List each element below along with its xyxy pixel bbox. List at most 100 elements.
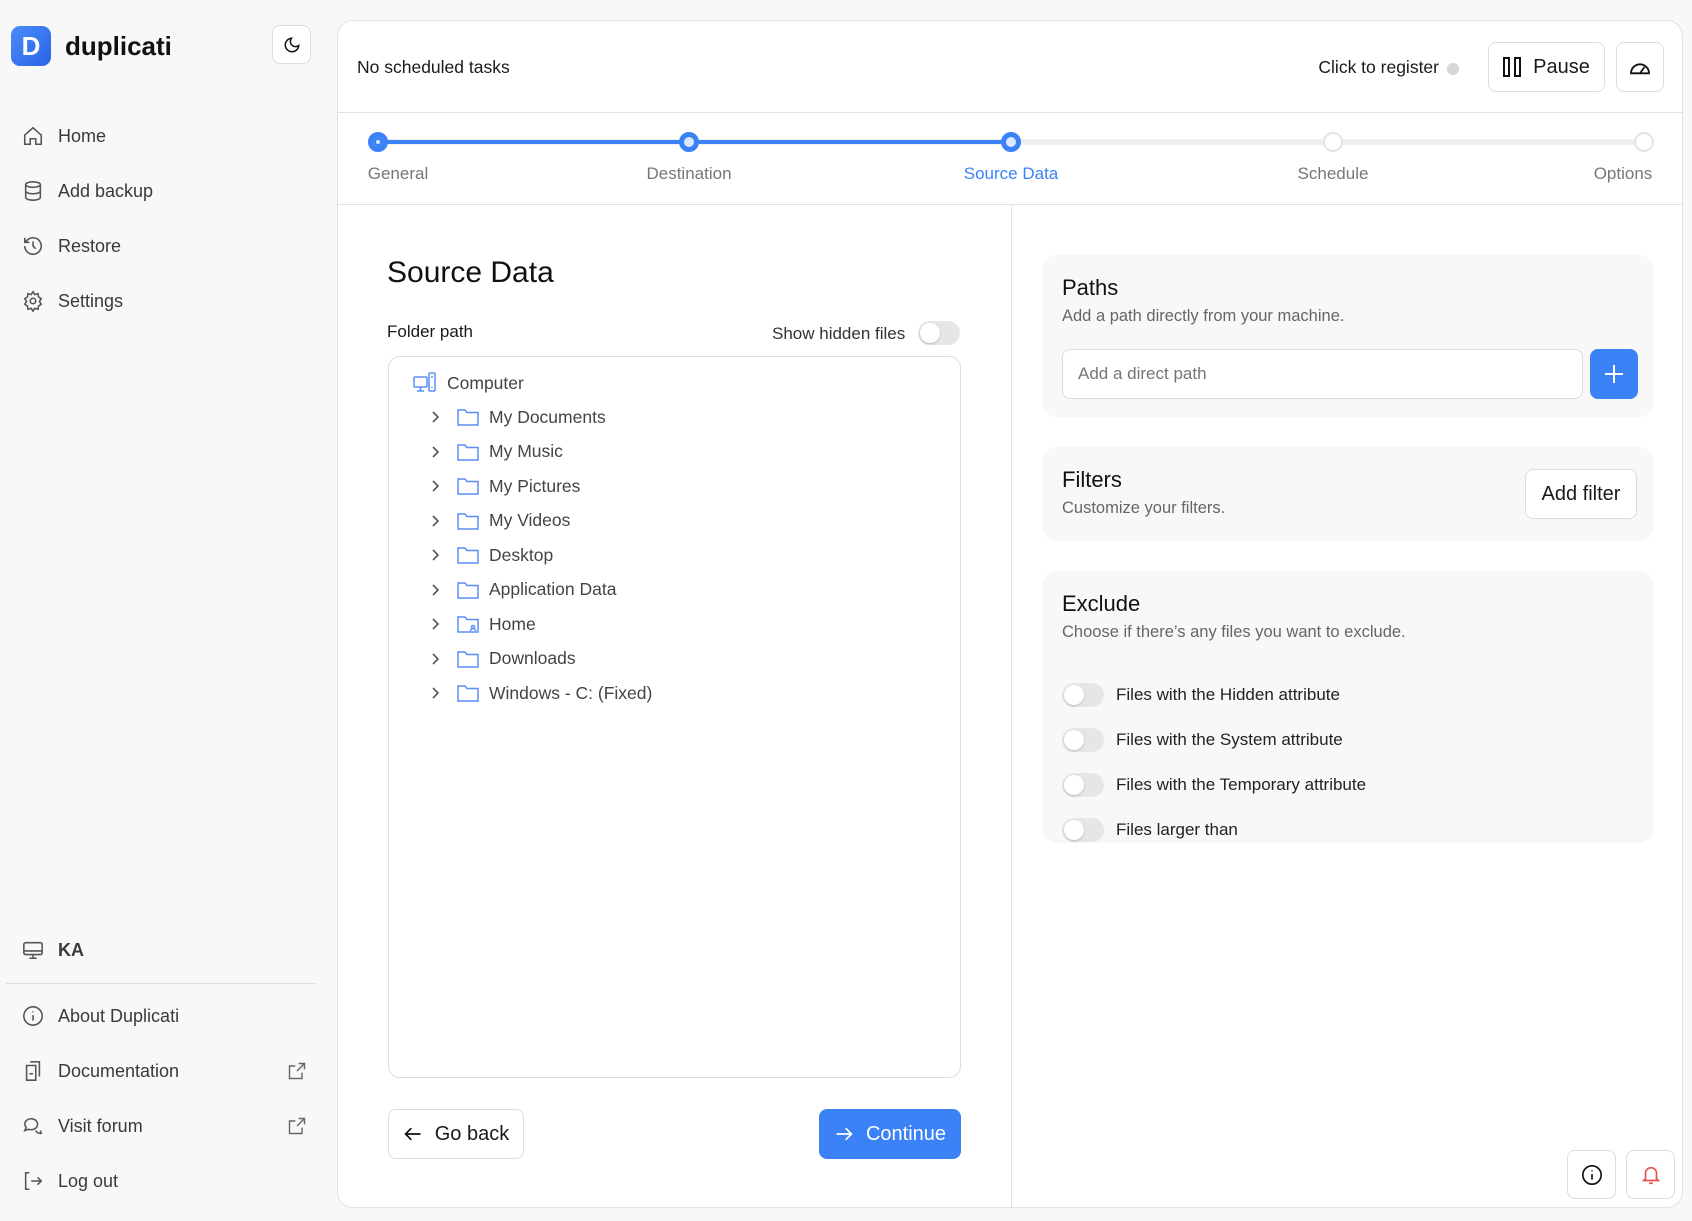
paths-subtitle: Add a path directly from your machine. bbox=[1062, 307, 1344, 326]
schedule-status: No scheduled tasks bbox=[357, 57, 510, 78]
sidebar-item-documentation[interactable]: Documentation bbox=[22, 1056, 307, 1086]
tree-folder[interactable]: Windows - C: (Fixed) bbox=[429, 679, 652, 707]
computer-icon bbox=[413, 372, 437, 394]
paths-title: Paths bbox=[1062, 275, 1118, 301]
page-title: Source Data bbox=[387, 256, 554, 290]
stepper-divider bbox=[338, 204, 1682, 205]
chevron-right-icon[interactable] bbox=[429, 479, 443, 493]
chevron-right-icon[interactable] bbox=[429, 410, 443, 424]
tree-folder[interactable]: Downloads bbox=[429, 645, 576, 673]
filters-subtitle: Customize your filters. bbox=[1062, 499, 1225, 518]
tree-folder[interactable]: Application Data bbox=[429, 576, 616, 604]
tree-folder[interactable]: My Pictures bbox=[429, 472, 580, 500]
exclude-toggle[interactable] bbox=[1062, 728, 1104, 752]
pause-icon bbox=[1503, 57, 1521, 77]
arrow-left-icon bbox=[403, 1124, 423, 1144]
step-dot-schedule[interactable] bbox=[1323, 132, 1343, 152]
step-dot-source-data[interactable] bbox=[1001, 132, 1021, 152]
gauge-icon bbox=[1629, 58, 1651, 76]
tree-folder[interactable]: Home bbox=[429, 610, 536, 638]
database-icon bbox=[22, 180, 44, 202]
column-divider bbox=[1011, 204, 1012, 1208]
sidebar-item-restore[interactable]: Restore bbox=[22, 231, 307, 261]
chevron-right-icon[interactable] bbox=[429, 617, 443, 631]
chevron-right-icon[interactable] bbox=[429, 652, 443, 666]
sidebar-item-settings[interactable]: Settings bbox=[22, 286, 307, 316]
logout-icon bbox=[22, 1170, 44, 1192]
step-general[interactable]: General bbox=[368, 164, 428, 184]
step-destination[interactable]: Destination bbox=[646, 164, 731, 184]
logo: D duplicati bbox=[11, 26, 172, 66]
register-status-dot bbox=[1447, 63, 1459, 75]
gear-icon bbox=[22, 290, 44, 312]
tree-root-computer[interactable]: Computer bbox=[413, 369, 524, 397]
show-hidden-label: Show hidden files bbox=[772, 324, 905, 344]
direct-path-input[interactable] bbox=[1062, 349, 1583, 399]
folder-icon bbox=[457, 684, 479, 702]
sidebar-item-forum[interactable]: Visit forum bbox=[22, 1111, 307, 1141]
filters-title: Filters bbox=[1062, 467, 1122, 493]
chevron-right-icon[interactable] bbox=[429, 583, 443, 597]
folder-icon bbox=[457, 546, 479, 564]
go-back-button[interactable]: Go back bbox=[388, 1109, 524, 1159]
exclude-toggle[interactable] bbox=[1062, 773, 1104, 797]
throttle-button[interactable] bbox=[1616, 42, 1664, 92]
tree-folder[interactable]: My Documents bbox=[429, 403, 606, 431]
chevron-right-icon[interactable] bbox=[429, 686, 443, 700]
step-options[interactable]: Options bbox=[1594, 164, 1653, 184]
folder-icon bbox=[457, 443, 479, 461]
sidebar-item-home[interactable]: Home bbox=[22, 121, 307, 151]
folder-icon bbox=[457, 650, 479, 668]
exclude-toggle[interactable] bbox=[1062, 818, 1104, 842]
chevron-right-icon[interactable] bbox=[429, 514, 443, 528]
register-link[interactable]: Click to register bbox=[1318, 57, 1439, 78]
folder-tree[interactable]: Computer My Documents My Music My Pictur… bbox=[388, 356, 961, 1078]
tree-folder[interactable]: My Music bbox=[429, 438, 563, 466]
folder-icon bbox=[457, 581, 479, 599]
exclude-option: Files larger than bbox=[1062, 818, 1238, 842]
add-path-button[interactable] bbox=[1590, 349, 1638, 399]
arrow-right-icon bbox=[834, 1124, 854, 1144]
tree-folder[interactable]: Desktop bbox=[429, 541, 553, 569]
home-icon bbox=[22, 125, 44, 147]
add-filter-button[interactable]: Add filter bbox=[1525, 469, 1637, 519]
show-hidden-toggle[interactable] bbox=[918, 321, 960, 345]
dark-mode-button[interactable] bbox=[272, 25, 311, 64]
info-icon bbox=[1581, 1164, 1603, 1186]
chevron-right-icon[interactable] bbox=[429, 548, 443, 562]
chat-icon bbox=[22, 1115, 44, 1137]
exclude-option: Files with the System attribute bbox=[1062, 728, 1343, 752]
step-dot-destination[interactable] bbox=[679, 132, 699, 152]
continue-button[interactable]: Continue bbox=[819, 1109, 961, 1159]
exclude-option: Files with the Hidden attribute bbox=[1062, 683, 1340, 707]
pause-button[interactable]: Pause bbox=[1488, 42, 1605, 92]
duplicati-logo-icon: D bbox=[11, 26, 51, 66]
info-button[interactable] bbox=[1567, 1150, 1616, 1199]
monitor-icon bbox=[22, 939, 44, 961]
paths-panel: Paths Add a path directly from your mach… bbox=[1042, 255, 1654, 417]
exclude-panel: Exclude Choose if there’s any files you … bbox=[1042, 571, 1654, 843]
app-name: duplicati bbox=[65, 31, 172, 62]
folder-icon bbox=[457, 477, 479, 495]
step-dot-general[interactable] bbox=[368, 132, 388, 152]
folder-icon bbox=[457, 408, 479, 426]
external-link-icon bbox=[287, 1061, 307, 1081]
step-schedule[interactable]: Schedule bbox=[1298, 164, 1369, 184]
folder-path-label: Folder path bbox=[387, 322, 473, 342]
sidebar-item-logout[interactable]: Log out bbox=[22, 1166, 307, 1196]
sidebar-item-add-backup[interactable]: Add backup bbox=[22, 176, 307, 206]
moon-icon bbox=[283, 36, 301, 54]
exclude-toggle[interactable] bbox=[1062, 683, 1104, 707]
folder-icon bbox=[457, 512, 479, 530]
sidebar-item-about[interactable]: About Duplicati bbox=[22, 1001, 307, 1031]
home-folder-icon bbox=[457, 615, 479, 633]
tree-folder[interactable]: My Videos bbox=[429, 507, 570, 535]
sidebar-divider bbox=[6, 983, 316, 984]
external-link-icon bbox=[287, 1116, 307, 1136]
chevron-right-icon[interactable] bbox=[429, 445, 443, 459]
stepper: General Destination Source Data Schedule… bbox=[338, 142, 1682, 202]
step-dot-options[interactable] bbox=[1634, 132, 1654, 152]
notifications-button[interactable] bbox=[1626, 1150, 1675, 1199]
sidebar-machine[interactable]: KA bbox=[22, 935, 307, 965]
step-source-data[interactable]: Source Data bbox=[964, 164, 1059, 184]
